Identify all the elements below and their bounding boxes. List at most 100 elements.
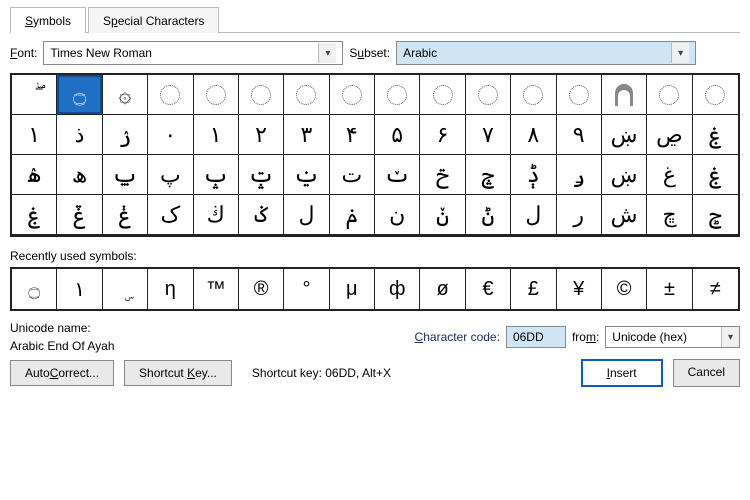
symbol-cell[interactable]: ۲ [239,115,284,155]
symbol-cell[interactable]: ل [284,195,329,235]
recent-symbol-cell[interactable]: ф [375,269,420,309]
symbol-cell[interactable]: ݞ [57,195,102,235]
recent-symbol-cell[interactable]: ø [420,269,465,309]
symbol-cell[interactable] [466,75,511,115]
symbol-cell[interactable]: ۳ [284,115,329,155]
recent-symbol-cell[interactable]: € [466,269,511,309]
symbol-cell[interactable] [420,75,465,115]
symbol-cell[interactable]: ن [375,195,420,235]
symbol-cell[interactable]: ھ [57,155,102,195]
symbol-cell[interactable]: ڬ [194,195,239,235]
symbol-cell[interactable] [194,75,239,115]
tab-symbols[interactable]: Symbols [10,7,86,33]
symbol-cell[interactable]: ش [602,195,647,235]
recent-symbol-cell[interactable]: η [148,269,193,309]
chevron-down-icon: ▾ [671,43,689,63]
symbol-cell[interactable] [284,75,329,115]
symbol-cell[interactable]: ۵ [375,115,420,155]
symbol-cell[interactable]: ۱ [194,115,239,155]
symbol-cell[interactable]: ۸ [511,115,556,155]
recent-symbol-cell[interactable]: £ [511,269,556,309]
symbol-cell[interactable]: ݗ [420,155,465,195]
symbol-cell[interactable]: ر [557,195,602,235]
symbol-cell[interactable] [602,75,647,115]
symbol-cell[interactable]: ۱ [12,115,57,155]
recent-symbol-cell[interactable]: ≠ [693,269,738,309]
recent-symbol-cell[interactable]: ™ [194,269,239,309]
symbol-cell[interactable] [375,75,420,115]
recent-symbol-cell[interactable]: ۝ [12,269,57,309]
symbol-cell[interactable]: ݨ [466,195,511,235]
symbol-cell[interactable]: ۝ [57,75,102,115]
symbol-cell[interactable]: ک [148,195,193,235]
symbol-cell[interactable] [693,75,738,115]
symbol-cell[interactable]: ۼ [12,195,57,235]
symbol-cell[interactable]: ذ [57,115,102,155]
from-select[interactable]: Unicode (hex) ▾ [605,326,740,348]
recent-symbols: ۝۱ۣη™®°μфø€£¥©±≠ [10,267,740,311]
symbol-cell[interactable]: غ [647,155,692,195]
symbol-grid: ۖ۝۞۱ذۯ۰۱۲۳۴۵۶۷۸۹ښڝۼۿھݐپݒݓݔتݖݗݘݙݛښغۼۼݞݟکڬ… [10,73,740,237]
recent-symbol-cell[interactable]: ۱ [57,269,102,309]
symbol-cell[interactable]: ۿ [12,155,57,195]
symbol-cell[interactable]: ۼ [693,115,738,155]
symbol-cell[interactable] [511,75,556,115]
shortcut-key-button[interactable]: Shortcut Key... [124,360,232,386]
symbol-cell[interactable]: ۯ [103,115,148,155]
symbol-cell[interactable]: ۶ [420,115,465,155]
character-code-input[interactable]: 06DD [506,326,566,348]
font-label: Font: [10,46,37,60]
character-code-label: Character code: [415,330,500,344]
symbol-cell[interactable] [647,75,692,115]
symbol-cell[interactable]: پ [148,155,193,195]
cancel-button[interactable]: Cancel [673,359,740,387]
symbol-cell[interactable]: ݐ [103,155,148,195]
symbol-cell[interactable]: ݩ [420,195,465,235]
symbol-cell[interactable]: ۖ [12,75,57,115]
font-value: Times New Roman [50,46,318,60]
symbol-cell[interactable]: ۼ [693,155,738,195]
recent-symbol-cell[interactable]: ۣ [103,269,148,309]
symbol-cell[interactable]: ل [511,195,556,235]
symbol-cell[interactable]: ݔ [284,155,329,195]
subset-value: Arabic [403,46,671,60]
autocorrect-button[interactable]: AutoCorrect... [10,360,114,386]
symbol-cell[interactable]: ݥ [330,195,375,235]
chevron-down-icon: ▾ [721,327,739,347]
symbol-cell[interactable]: ۞ [103,75,148,115]
symbol-cell[interactable]: ښ [602,115,647,155]
symbol-cell[interactable]: ݓ [239,155,284,195]
symbol-cell[interactable] [330,75,375,115]
symbol-cell[interactable]: ݒ [194,155,239,195]
recent-symbol-cell[interactable]: ¥ [557,269,602,309]
symbol-cell[interactable] [239,75,284,115]
symbol-cell[interactable]: ۹ [557,115,602,155]
symbol-cell[interactable]: ۴ [330,115,375,155]
symbol-cell[interactable] [148,75,193,115]
subset-select[interactable]: Arabic ▾ [396,41,696,65]
symbol-cell[interactable]: ۰ [148,115,193,155]
symbol-cell[interactable]: ښ [602,155,647,195]
symbol-cell[interactable]: ڝ [647,115,692,155]
symbol-cell[interactable]: ݛ [557,155,602,195]
font-subset-row: Font: Times New Roman ▾ Subset: Arabic ▾ [10,41,740,65]
symbol-cell[interactable] [557,75,602,115]
symbol-cell[interactable]: ڇ [647,195,692,235]
symbol-cell[interactable]: ݖ [375,155,420,195]
recent-symbol-cell[interactable]: μ [330,269,375,309]
shortcut-key-text: Shortcut key: 06DD, Alt+X [252,366,391,380]
tab-special-characters[interactable]: Special Characters [88,7,219,33]
symbol-cell[interactable]: ۷ [466,115,511,155]
symbol-cell[interactable]: ݙ [511,155,556,195]
font-select[interactable]: Times New Roman ▾ [43,41,343,65]
recent-symbol-cell[interactable]: ® [239,269,284,309]
recent-symbol-cell[interactable]: ± [647,269,692,309]
symbol-cell[interactable]: ݮ [693,195,738,235]
recent-symbol-cell[interactable]: © [602,269,647,309]
symbol-cell[interactable]: ت [330,155,375,195]
symbol-cell[interactable]: ݢ [239,195,284,235]
insert-button[interactable]: Insert [581,359,663,387]
symbol-cell[interactable]: ݟ [103,195,148,235]
recent-symbol-cell[interactable]: ° [284,269,329,309]
symbol-cell[interactable]: ݘ [466,155,511,195]
